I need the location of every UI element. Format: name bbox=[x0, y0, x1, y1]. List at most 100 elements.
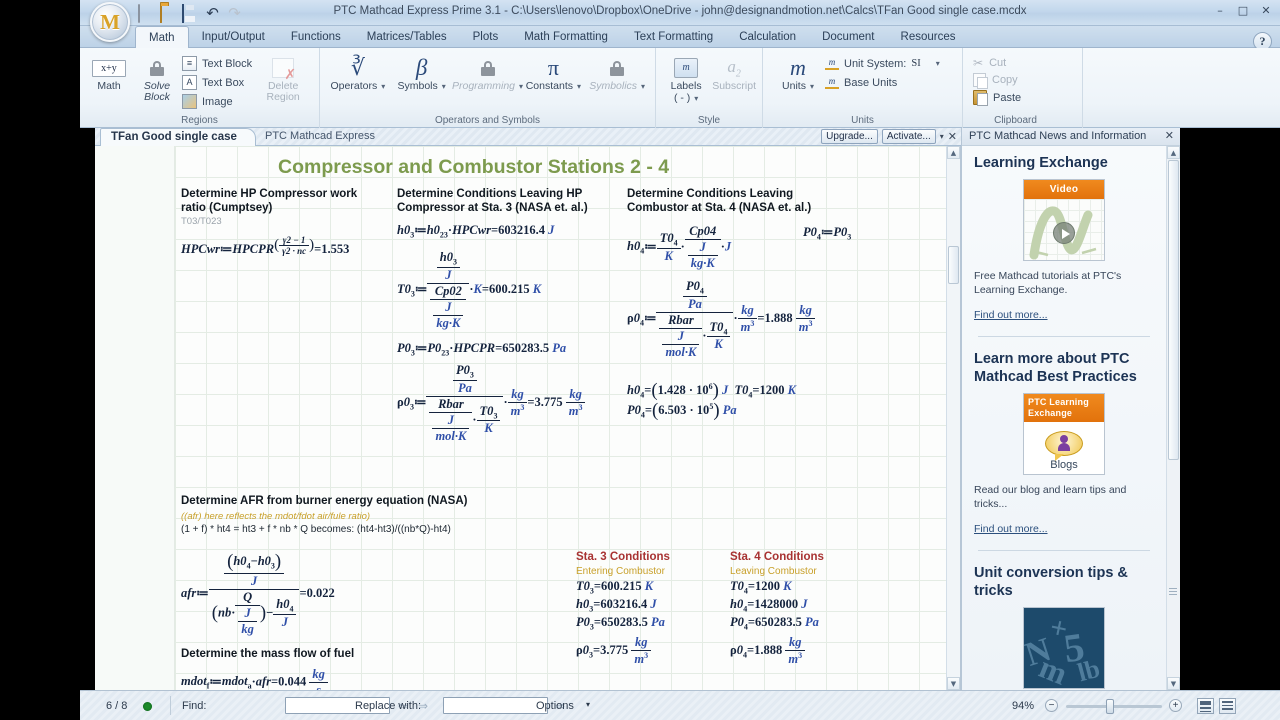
solve-block-button[interactable]: Solve Block bbox=[134, 51, 180, 103]
play-icon[interactable] bbox=[1053, 222, 1075, 245]
activate-button[interactable]: Activate... bbox=[881, 129, 936, 144]
operators-button[interactable]: ∛ Operators ▾ bbox=[326, 51, 390, 92]
scroll-thumb[interactable] bbox=[1168, 160, 1179, 460]
equation-mdot-f[interactable]: mdotf≔mdota·afr=0.044 kg s bbox=[181, 667, 328, 690]
chevron-down-icon[interactable]: ▾ bbox=[810, 82, 814, 91]
equation-h03[interactable]: h03≔h023·HPCwr=603216.4 J bbox=[397, 222, 554, 240]
scroll-thumb[interactable] bbox=[948, 246, 959, 284]
tab-math[interactable]: Math bbox=[135, 26, 189, 49]
paste-button[interactable]: Paste bbox=[973, 90, 1076, 106]
symbols-button[interactable]: β Symbols ▾ bbox=[390, 51, 454, 92]
scroll-up-icon[interactable]: ▲ bbox=[947, 146, 960, 159]
tab-functions[interactable]: Functions bbox=[278, 26, 354, 48]
equation-t03[interactable]: T03≔ h03 J Cp02 Jkg·K ·K=600.215 K bbox=[397, 250, 541, 331]
equation-p04[interactable]: P04≔P03 bbox=[803, 224, 851, 242]
ribbon-group-label-units: Units bbox=[851, 115, 874, 126]
tab-input-output[interactable]: Input/Output bbox=[189, 26, 278, 48]
ribbon-group-units: m Units ▾ m Unit System: SI ▾ m Base Unit… bbox=[763, 48, 963, 128]
text-box-button[interactable]: A Text Box bbox=[182, 74, 252, 91]
worksheet-vertical-scrollbar[interactable]: ▲ ▼ bbox=[946, 146, 960, 690]
units-thumbnail[interactable]: N + 5 m lb bbox=[1023, 607, 1105, 689]
worksheet-canvas[interactable]: Compressor and Combustor Stations 2 - 4 … bbox=[175, 146, 946, 690]
replace-input[interactable] bbox=[443, 697, 548, 714]
chevron-down-icon[interactable]: ▾ bbox=[442, 82, 446, 91]
maximize-button[interactable]: □ bbox=[1237, 4, 1249, 17]
zoom-slider[interactable] bbox=[1066, 699, 1162, 714]
ribbon-tabs: Math Input/Output Functions Matrices/Tab… bbox=[135, 26, 969, 49]
blogs-graphic: Blogs bbox=[1024, 422, 1104, 474]
cut-button: ✂ Cut bbox=[973, 56, 1007, 70]
equation-afr[interactable]: afr≔ (h04−h03) J (nb· Q Jkg)− h04 J =0.022 bbox=[181, 551, 335, 637]
solve-block-label-2: Block bbox=[144, 91, 170, 103]
window-buttons: – □ ✕ bbox=[1214, 4, 1272, 17]
news-item-link-best-practices[interactable]: Find out more... bbox=[974, 523, 1048, 535]
base-units-row[interactable]: m Base Units bbox=[825, 74, 940, 91]
worksheet-title: Compressor and Combustor Stations 2 - 4 bbox=[278, 156, 670, 178]
calculation-status-icon[interactable] bbox=[143, 702, 152, 711]
close-icon[interactable]: ✕ bbox=[948, 130, 957, 143]
tab-math-formatting[interactable]: Math Formatting bbox=[511, 26, 621, 48]
constants-button[interactable]: π Constants ▾ bbox=[522, 51, 586, 92]
chevron-down-icon[interactable]: ▾ bbox=[577, 82, 581, 91]
tab-calculation[interactable]: Calculation bbox=[726, 26, 809, 48]
chevron-down-icon[interactable]: ▾ bbox=[586, 700, 590, 709]
delete-region-button: ✗ Delete Region bbox=[260, 51, 306, 103]
image-button[interactable]: Image bbox=[182, 93, 252, 110]
tab-text-formatting[interactable]: Text Formatting bbox=[621, 26, 726, 48]
zoom-slider-thumb[interactable] bbox=[1106, 699, 1114, 714]
document-tab-active[interactable]: TFan Good single case bbox=[100, 128, 256, 146]
minimize-button[interactable]: – bbox=[1214, 4, 1226, 17]
units-button[interactable]: m Units ▾ bbox=[775, 51, 821, 92]
zoom-in-button[interactable]: + bbox=[1169, 699, 1182, 712]
math-region-button[interactable]: x+y Math bbox=[86, 51, 132, 92]
news-panel-scrollbar[interactable]: ▲ ▼ bbox=[1166, 146, 1180, 690]
close-button[interactable]: ✕ bbox=[1260, 4, 1272, 17]
tab-matrices-tables[interactable]: Matrices/Tables bbox=[354, 26, 460, 48]
equation-rho03[interactable]: ρ03≔ P03 Pa Rbar Jmol·K · T03 K · kg m3 =3.775 k… bbox=[397, 363, 586, 444]
ribbon-group-label-style: Style bbox=[697, 115, 721, 126]
document-tab-express[interactable]: PTC Mathcad Express bbox=[265, 130, 375, 142]
text-block-button[interactable]: ≡ Text Block bbox=[182, 55, 252, 72]
zoom-out-button[interactable]: − bbox=[1045, 699, 1058, 712]
equation-p03[interactable]: P03≔P023·HPCPR=650283.5 Pa bbox=[397, 340, 566, 358]
chevron-down-icon[interactable]: ▾ bbox=[694, 94, 698, 103]
ple-badge: PTC Learning Exchange bbox=[1024, 394, 1104, 422]
close-icon[interactable]: ✕ bbox=[1165, 129, 1174, 142]
equation-h04[interactable]: h04≔ T04 K · Cp04 Jkg·K ·J bbox=[627, 224, 731, 271]
ribbon-filler bbox=[1083, 48, 1280, 128]
blogs-thumbnail[interactable]: PTC Learning Exchange Blogs bbox=[1023, 393, 1105, 475]
news-panel-title: PTC Mathcad News and Information bbox=[969, 130, 1147, 142]
lock-icon bbox=[610, 55, 625, 81]
view-mode-page-button[interactable] bbox=[1219, 698, 1236, 714]
chevron-down-icon[interactable]: ▾ bbox=[381, 82, 385, 91]
sta3-row-h03: h03=603216.4 J bbox=[576, 597, 657, 614]
scroll-down-icon[interactable]: ▼ bbox=[1167, 677, 1180, 690]
options-label[interactable]: Options bbox=[536, 700, 574, 712]
labels-icon: m bbox=[674, 55, 699, 81]
unit-system-row[interactable]: m Unit System: SI ▾ bbox=[825, 55, 940, 72]
tab-resources[interactable]: Resources bbox=[888, 26, 969, 48]
labels-button[interactable]: m Labels ( - ) ▾ bbox=[666, 51, 706, 104]
upgrade-button[interactable]: Upgrade... bbox=[821, 129, 878, 144]
mathcad-logo[interactable]: M bbox=[90, 2, 130, 42]
sta4-row-rho04: ρ04=1.888 kg m3 bbox=[730, 635, 806, 667]
news-item-text-learning-exchange: Free Mathcad tutorials at PTC's Learning… bbox=[974, 270, 1122, 296]
tab-document[interactable]: Document bbox=[809, 26, 887, 48]
sta4-conditions-subtitle: Leaving Combustor bbox=[730, 566, 817, 577]
video-thumbnail[interactable]: Video bbox=[1023, 179, 1105, 261]
scroll-up-icon[interactable]: ▲ bbox=[1167, 146, 1180, 159]
scroll-down-icon[interactable]: ▼ bbox=[947, 677, 960, 690]
equation-hpcwr[interactable]: HPCwr≔HPCPR (γ2 − 1 γ2 · nc) =1.553 bbox=[181, 235, 349, 257]
sta4-row-t04: T04=1200 K bbox=[730, 579, 792, 596]
chevron-down-icon[interactable]: ▾ bbox=[940, 132, 944, 141]
sta3-conditions-subtitle: Entering Combustor bbox=[576, 566, 665, 577]
delete-region-label-2: Region bbox=[266, 91, 300, 103]
news-item-link-learning-exchange[interactable]: Find out more... bbox=[974, 309, 1048, 321]
tab-plots[interactable]: Plots bbox=[460, 26, 512, 48]
copy-button: Copy bbox=[973, 73, 1076, 89]
ribbon-group-label-clipboard: Clipboard bbox=[994, 115, 1037, 126]
chevron-down-icon[interactable]: ▾ bbox=[936, 59, 940, 68]
equation-rho04[interactable]: ρ04≔ P04 Pa Rbar Jmol·K · T04 K · kg m3 =1.888 k… bbox=[627, 279, 816, 360]
copy-icon bbox=[973, 73, 988, 89]
view-mode-draft-button[interactable] bbox=[1197, 698, 1214, 714]
